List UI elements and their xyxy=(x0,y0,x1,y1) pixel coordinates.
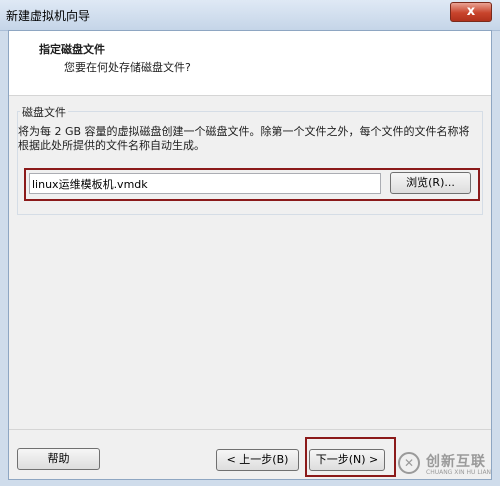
close-button[interactable]: x xyxy=(450,2,492,22)
disk-filename-input[interactable] xyxy=(29,173,381,194)
disk-file-description: 将为每 2 GB 容量的虚拟磁盘创建一个磁盘文件。除第一个文件之外，每个文件的文… xyxy=(18,125,470,152)
help-button[interactable]: 帮助 xyxy=(17,448,100,470)
watermark-logo: ✕ 创新互联 CHUANG XIN HU LIAN xyxy=(398,448,498,484)
disk-file-group-label: 磁盘文件 xyxy=(20,104,68,120)
watermark-icon: ✕ xyxy=(398,452,420,474)
browse-button[interactable]: 浏览(R)... xyxy=(390,172,471,194)
watermark-subtext: CHUANG XIN HU LIAN xyxy=(426,469,492,476)
watermark-text: 创新互联 xyxy=(426,454,486,470)
close-icon: x xyxy=(466,4,476,19)
wizard-header: 指定磁盘文件 您要在何处存储磁盘文件? xyxy=(9,31,491,96)
title-bar: 新建虚拟机向导 x xyxy=(0,0,500,31)
page-title: 指定磁盘文件 xyxy=(39,43,105,56)
back-button[interactable]: < 上一步(B) xyxy=(216,449,299,471)
page-subtitle: 您要在何处存储磁盘文件? xyxy=(64,61,191,74)
wizard-client-area: 指定磁盘文件 您要在何处存储磁盘文件? 磁盘文件 将为每 2 GB 容量的虚拟磁… xyxy=(8,30,492,480)
window-title: 新建虚拟机向导 xyxy=(6,9,91,23)
next-button[interactable]: 下一步(N) > xyxy=(309,449,385,471)
footer-divider xyxy=(9,429,491,430)
